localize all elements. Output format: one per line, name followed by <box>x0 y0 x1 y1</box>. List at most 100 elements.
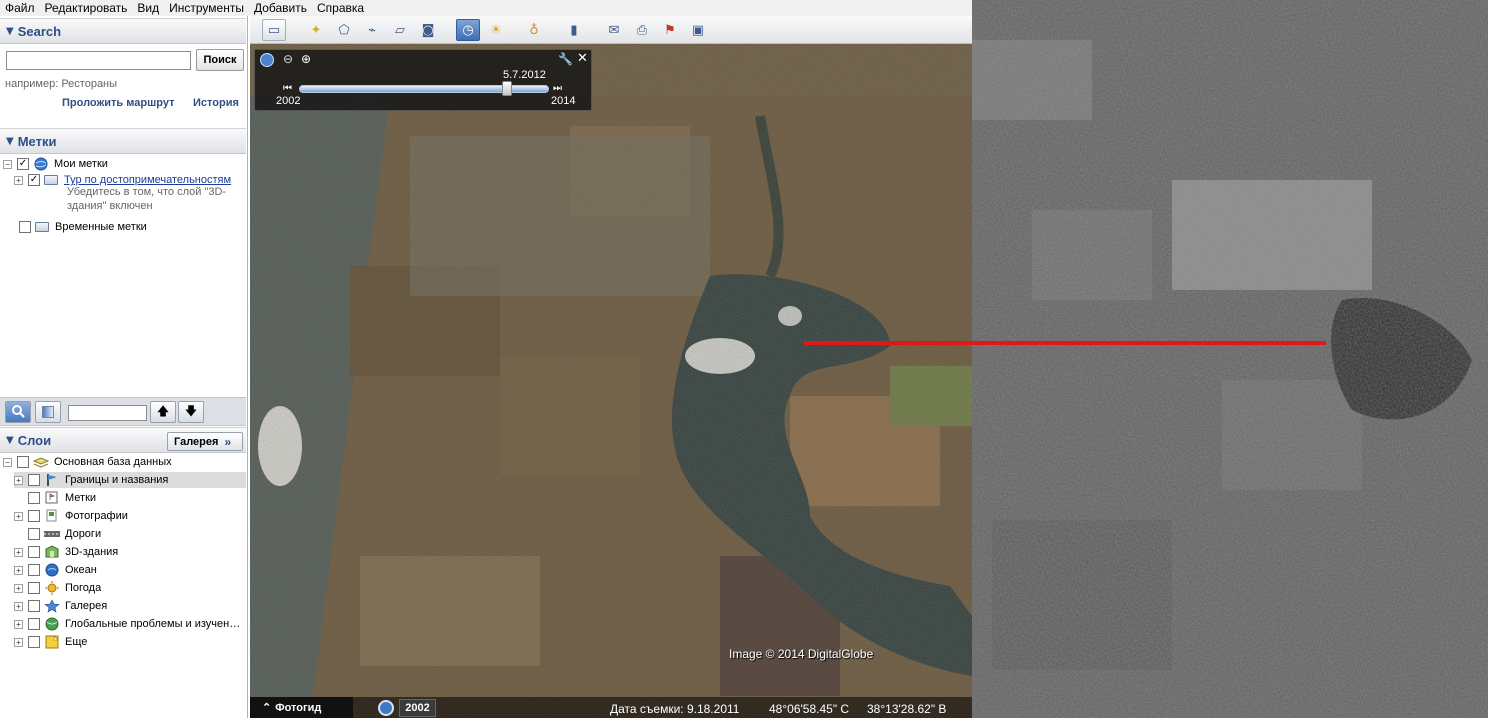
add-path-button[interactable]: ⌁ <box>360 19 384 41</box>
layer-checkbox[interactable] <box>28 474 40 486</box>
photo-icon <box>44 509 60 523</box>
layer-item[interactable]: + Галерея <box>14 598 246 614</box>
skip-back-icon[interactable]: ⏮ <box>283 83 292 94</box>
wrench-icon[interactable]: 🔧 <box>558 52 573 66</box>
zoom-in-icon[interactable]: ⊕ <box>301 52 311 66</box>
expand-toggle[interactable]: + <box>14 511 23 521</box>
layer-checkbox[interactable] <box>28 582 40 594</box>
tree-item-primary-db[interactable]: − Основная база данных <box>3 454 172 470</box>
record-tour-button[interactable]: ◙ <box>416 19 440 41</box>
printer-icon: ⎙ <box>636 22 648 38</box>
skip-forward-icon[interactable]: ⏭ <box>553 83 562 94</box>
panel-icon <box>42 406 54 418</box>
panel-toggle-button[interactable] <box>35 401 61 423</box>
add-polygon-button[interactable]: ⬠ <box>332 19 356 41</box>
menu-help[interactable]: Справка <box>312 1 369 15</box>
gallery-button[interactable]: Галерея » <box>167 432 243 451</box>
primary-db-checkbox[interactable] <box>17 456 29 468</box>
menu-file[interactable]: Файл <box>0 1 40 15</box>
sidebar-toggle-button[interactable]: ▭ <box>262 19 286 41</box>
expand-toggle[interactable]: + <box>14 637 23 647</box>
time-slider-track[interactable] <box>299 85 549 93</box>
layer-checkbox[interactable] <box>28 564 40 576</box>
expand-toggle[interactable]: + <box>14 565 23 575</box>
planet-icon: ♁ <box>529 22 539 38</box>
clock-icon[interactable] <box>378 700 394 716</box>
layer-item[interactable]: + Фотографии <box>14 508 246 524</box>
history-link[interactable]: История <box>193 97 239 109</box>
layer-checkbox[interactable] <box>28 636 40 648</box>
map-view[interactable] <box>250 16 972 718</box>
menu-edit[interactable]: Редактировать <box>40 1 133 15</box>
historical-imagery-button[interactable]: ◷ <box>456 19 480 41</box>
layer-item[interactable]: +3D-здания <box>14 544 246 560</box>
search-input[interactable] <box>6 51 191 70</box>
imagery-copyright: Image © 2014 DigitalGlobe <box>729 647 874 661</box>
zoom-out-icon[interactable]: ⊖ <box>283 52 293 66</box>
search-hint: например: Рестораны <box>5 78 118 90</box>
collapse-toggle[interactable]: − <box>3 457 12 467</box>
layer-item[interactable]: + Границы и названия <box>14 472 246 488</box>
menu-add[interactable]: Добавить <box>249 1 312 15</box>
move-up-button[interactable]: 🡅 <box>150 401 176 423</box>
expand-toggle[interactable]: + <box>14 601 23 611</box>
layer-item[interactable]: + Погода <box>14 580 246 596</box>
places-panel-title: Метки <box>17 133 57 149</box>
expand-toggle[interactable]: + <box>14 619 23 629</box>
layer-checkbox[interactable] <box>28 600 40 612</box>
add-overlay-button[interactable]: ▱ <box>388 19 412 41</box>
layer-item[interactable]: + Глобальные проблемы и изучен… <box>14 616 246 632</box>
save-image-button[interactable]: ▣ <box>686 19 710 41</box>
arrow-down-icon: 🡇 <box>184 403 198 418</box>
ruler-button[interactable]: ▮ <box>562 19 586 41</box>
directions-link[interactable]: Проложить маршрут <box>62 97 174 109</box>
temp-places-checkbox[interactable] <box>19 221 31 233</box>
layer-label: Погода <box>65 582 102 594</box>
layer-checkbox[interactable] <box>28 492 40 504</box>
layer-checkbox[interactable] <box>28 618 40 630</box>
layer-checkbox[interactable] <box>28 528 40 540</box>
menu-tools[interactable]: Инструменты <box>164 1 249 15</box>
layer-item[interactable]: Метки <box>14 490 246 506</box>
tree-item-my-places[interactable]: − ✓ Мои метки <box>3 156 108 172</box>
switch-planet-button[interactable]: ♁ <box>522 19 546 41</box>
collapse-triangle-icon: ▼ <box>6 434 14 446</box>
layer-item[interactable]: + Океан <box>14 562 246 578</box>
imagery-year-badge: 2002 <box>399 699 436 717</box>
expand-toggle[interactable]: + <box>14 583 23 593</box>
layer-item[interactable]: Дороги <box>14 526 246 542</box>
close-icon[interactable]: ✕ <box>577 51 588 66</box>
layer-label: Океан <box>65 564 97 576</box>
search-panel-header[interactable]: ▼ Search <box>0 18 246 44</box>
move-down-button[interactable]: 🡇 <box>178 401 204 423</box>
camera-icon: ◙ <box>421 22 435 38</box>
email-button[interactable]: ✉ <box>602 19 626 41</box>
search-places-button[interactable] <box>5 401 31 423</box>
tour-guide-button[interactable]: ⌃ Фотогид <box>250 697 353 718</box>
expand-toggle[interactable]: + <box>14 175 23 185</box>
places-panel-header[interactable]: ▼ Метки <box>0 128 246 154</box>
time-slider-panel: ⊖ ⊕ 🔧 ✕ 5.7.2012 ⏮ ⏭ 2002 2014 <box>254 49 592 111</box>
layer-checkbox[interactable] <box>28 510 40 522</box>
layer-checkbox[interactable] <box>28 546 40 558</box>
view-in-maps-button[interactable]: ⚑ <box>658 19 682 41</box>
image-overlay-icon: ▱ <box>395 22 405 38</box>
grayscale-imagery <box>972 0 1488 718</box>
print-button[interactable]: ⎙ <box>630 19 654 41</box>
menu-view[interactable]: Вид <box>132 1 164 15</box>
places-filter-input[interactable] <box>68 405 147 421</box>
add-placemark-button[interactable]: ✦ <box>304 19 328 41</box>
layers-panel-header[interactable]: ▼ Слои Галерея » <box>0 427 246 453</box>
pushpin-icon: ✦ <box>310 22 322 38</box>
expand-toggle[interactable]: + <box>14 547 23 557</box>
tour-link[interactable]: Тур по достопримечательностям <box>64 174 231 186</box>
time-slider-handle[interactable] <box>501 81 512 96</box>
tour-checkbox[interactable]: ✓ <box>28 174 40 186</box>
my-places-checkbox[interactable]: ✓ <box>17 158 29 170</box>
layer-item[interactable]: + Еще <box>14 634 246 650</box>
sunlight-button[interactable]: ☀ <box>484 19 508 41</box>
expand-toggle[interactable]: + <box>14 475 23 485</box>
search-button[interactable]: Поиск <box>196 49 244 71</box>
collapse-toggle[interactable]: − <box>3 159 12 169</box>
tree-item-temp-places[interactable]: Временные метки <box>19 219 147 235</box>
